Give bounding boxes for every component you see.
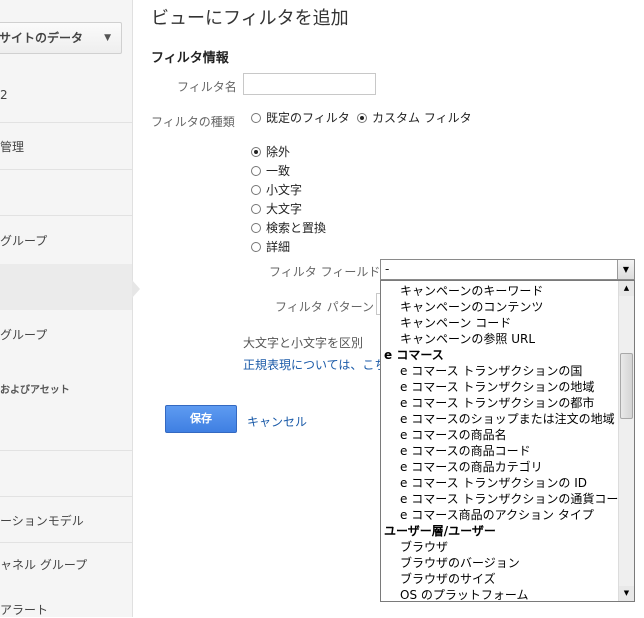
radio-exclude[interactable]: 除外 [251, 143, 290, 160]
dropdown-options: キャンペーンのキーワード キャンペーンのコンテンツ キャンペーン コード キャンペーン… [381, 283, 618, 601]
radio-custom-filter[interactable]: カスタム フィルタ [357, 109, 472, 126]
radio-advanced[interactable]: 詳細 [251, 238, 290, 255]
radio-predefined-filter[interactable]: 既定のフィルタ [251, 109, 350, 126]
dropdown-option[interactable]: e コマース トランザクションの都市 [381, 395, 618, 411]
sidebar-item-alerts[interactable]: アラート [0, 601, 132, 618]
filter-pattern-label: フィルタ パターン [275, 300, 374, 314]
save-button[interactable]: 保存 [165, 405, 237, 433]
divider [0, 496, 132, 497]
radio-lowercase[interactable]: 小文字 [251, 181, 302, 198]
sidebar-item-management[interactable]: 管理 [0, 138, 132, 155]
cancel-button[interactable]: キャンセル [247, 413, 307, 430]
radio-match[interactable]: 一致 [251, 162, 290, 179]
scroll-down-icon[interactable]: ▼ [619, 586, 634, 601]
scrollbar-thumb[interactable] [620, 353, 633, 419]
radio-uppercase[interactable]: 大文字 [251, 200, 302, 217]
filter-name-label: フィルタ名 [177, 80, 237, 94]
dropdown-option[interactable]: ブラウザのサイズ [381, 571, 618, 587]
divider [0, 215, 132, 216]
sidebar-item-selected[interactable] [0, 264, 132, 310]
account-dropdown-label: サイトのデータ [0, 31, 84, 45]
dropdown-option[interactable]: キャンペーンのコンテンツ [381, 299, 618, 315]
dropdown-option[interactable]: e コマース商品のアクション タイプ [381, 507, 618, 523]
sidebar: サイトのデータ ▼ 2 管理 グループ グループ およびアセット ーションモデル… [0, 0, 133, 617]
radio-button[interactable] [251, 241, 261, 252]
section-heading: フィルタ情報 [151, 51, 229, 66]
sidebar-item-group-2[interactable]: グループ [0, 326, 132, 343]
dropdown-option[interactable]: e コマース トランザクションの国 [381, 363, 618, 379]
scrollbar[interactable]: ▲ ▼ [618, 281, 634, 601]
chevron-down-icon[interactable]: ▼ [617, 260, 634, 279]
divider [0, 122, 132, 123]
sidebar-section-assets: およびアセット [0, 385, 70, 396]
selection-arrow [132, 280, 140, 298]
sidebar-item-group[interactable]: グループ [0, 232, 132, 249]
chevron-down-icon: ▼ [104, 33, 111, 43]
radio-button[interactable] [251, 203, 261, 214]
dropdown-group-heading: e コマース [384, 348, 444, 362]
radio-button[interactable] [251, 165, 261, 176]
radio-button[interactable] [251, 184, 261, 195]
dropdown-option[interactable]: e コマース トランザクションの通貨コード [381, 491, 618, 507]
divider [0, 169, 132, 170]
filter-field-value: - [385, 262, 390, 276]
case-sensitive-label: 大文字と小文字を区別 [243, 336, 364, 350]
divider [0, 542, 132, 543]
radio-search-replace[interactable]: 検索と置換 [251, 219, 326, 236]
dropdown-option[interactable]: OS のプラットフォーム [381, 587, 618, 601]
sidebar-item-channel-group[interactable]: ャネル グループ [0, 556, 132, 573]
radio-button-checked[interactable] [251, 146, 261, 157]
radio-button[interactable] [251, 112, 261, 123]
radio-button[interactable] [251, 222, 261, 233]
filter-name-input[interactable] [243, 73, 376, 95]
scroll-up-icon[interactable]: ▲ [619, 281, 634, 296]
dropdown-option[interactable]: キャンペーン コード [381, 315, 618, 331]
radio-button-checked[interactable] [357, 112, 367, 123]
dropdown-option[interactable]: e コマースのショップまたは注文の地域 [381, 411, 618, 427]
dropdown-option[interactable]: ブラウザ [381, 539, 618, 555]
page-title: ビューにフィルタを追加 [151, 8, 349, 29]
regex-help-link[interactable]: 正規表現については、こち [243, 356, 386, 373]
dropdown-option[interactable]: e コマースの商品名 [381, 427, 618, 443]
divider [0, 450, 132, 451]
filter-field-select[interactable]: - ▼ [380, 259, 635, 280]
filter-type-label: フィルタの種類 [151, 115, 235, 129]
sidebar-item-attribution-model[interactable]: ーションモデル [0, 512, 132, 529]
dropdown-option[interactable]: キャンペーンのキーワード [381, 283, 618, 299]
dropdown-group-heading: ユーザー層/ユーザー [384, 524, 496, 538]
dropdown-option[interactable]: e コマース トランザクションの地域 [381, 379, 618, 395]
dropdown-option[interactable]: e コマース トランザクションの ID [381, 475, 618, 491]
sidebar-item-1[interactable]: 2 [0, 88, 132, 102]
account-dropdown[interactable]: サイトのデータ ▼ [0, 22, 122, 54]
dropdown-option[interactable]: e コマースの商品カテゴリ [381, 459, 618, 475]
dropdown-option[interactable]: ブラウザのバージョン [381, 555, 618, 571]
dropdown-option[interactable]: e コマースの商品コード [381, 443, 618, 459]
dropdown-option[interactable]: キャンペーンの参照 URL [381, 331, 618, 347]
filter-field-label: フィルタ フィールド [269, 265, 381, 279]
filter-field-dropdown-list[interactable]: キャンペーンのキーワード キャンペーンのコンテンツ キャンペーン コード キャンペーン… [380, 280, 635, 602]
